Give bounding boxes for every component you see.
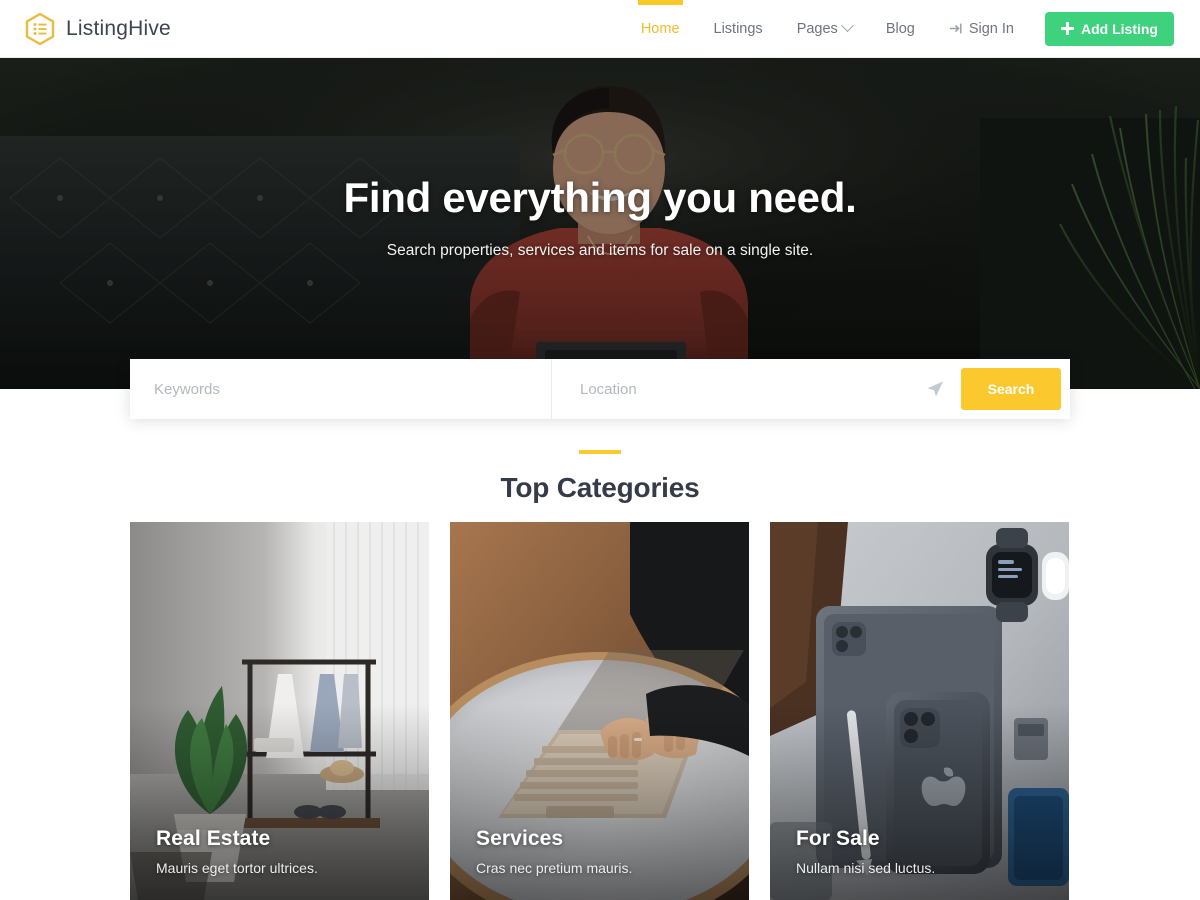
card-title: Services — [476, 827, 564, 850]
card-title: Real Estate — [156, 827, 271, 850]
hero-banner: Find everything you need. Search propert… — [0, 58, 1200, 389]
hero-content: Find everything you need. Search propert… — [0, 58, 1200, 389]
nav-label-sign-in: Sign In — [968, 20, 1014, 37]
navigation-arrow-icon[interactable] — [925, 379, 945, 399]
nav-label-home: Home — [640, 20, 680, 37]
search-input[interactable] — [154, 380, 551, 398]
nav-label-pages: Pages — [796, 20, 838, 37]
add-listing-label: Add Listing — [1081, 20, 1158, 37]
nav-label-listings: Listings — [713, 20, 763, 37]
nav-item-blog[interactable]: Blog — [869, 0, 932, 57]
site-header: ListingHive Home Listings Pages Blog Sig… — [0, 0, 1200, 58]
nav-item-listings[interactable]: Listings — [697, 0, 780, 57]
hero-subtitle: Search properties, services and items fo… — [386, 242, 814, 259]
card-subtitle: Cras nec pretium mauris. — [476, 860, 633, 876]
add-listing-button[interactable]: Add Listing — [1045, 11, 1174, 46]
main-navigation: Home Listings Pages Blog Sign In Add Lis… — [624, 0, 1174, 57]
category-card-services[interactable]: Services Cras nec pretium mauris. — [450, 522, 749, 900]
brand-logo-link[interactable]: ListingHive — [24, 12, 171, 46]
location-input[interactable] — [580, 380, 925, 398]
brand-name: ListingHive — [66, 16, 171, 40]
chevron-down-icon — [840, 19, 854, 33]
nav-label-blog: Blog — [885, 20, 915, 37]
card-text-block: For Sale Nullam nisi sed luctus. — [796, 827, 1049, 876]
sign-in-icon — [949, 22, 964, 35]
page-title: Top Categories — [500, 472, 700, 503]
nav-item-pages[interactable]: Pages — [780, 0, 869, 57]
hexagon-list-icon — [24, 12, 56, 46]
top-categories-header: Top Categories — [0, 450, 1200, 504]
card-text-block: Real Estate Mauris eget tortor ultrices. — [156, 827, 409, 876]
card-subtitle: Nullam nisi sed luctus. — [796, 860, 936, 876]
category-card-list: Real Estate Mauris eget tortor ultrices. — [130, 522, 1070, 900]
search-bar: Search — [130, 359, 1070, 419]
card-subtitle: Mauris eget tortor ultrices. — [156, 860, 318, 876]
plus-icon — [1061, 22, 1074, 35]
accent-rule — [579, 450, 621, 454]
hero-title: Find everything you need. — [343, 174, 857, 221]
category-card-for-sale[interactable]: For Sale Nullam nisi sed luctus. — [770, 522, 1069, 900]
nav-item-home[interactable]: Home — [624, 0, 697, 57]
card-text-block: Services Cras nec pretium mauris. — [476, 827, 729, 876]
card-title: For Sale — [796, 827, 880, 850]
location-field[interactable] — [552, 359, 961, 419]
keywords-field[interactable] — [130, 359, 552, 419]
category-card-real-estate[interactable]: Real Estate Mauris eget tortor ultrices. — [130, 522, 429, 900]
nav-item-sign-in[interactable]: Sign In — [932, 0, 1031, 57]
search-button[interactable]: Search — [961, 368, 1061, 410]
